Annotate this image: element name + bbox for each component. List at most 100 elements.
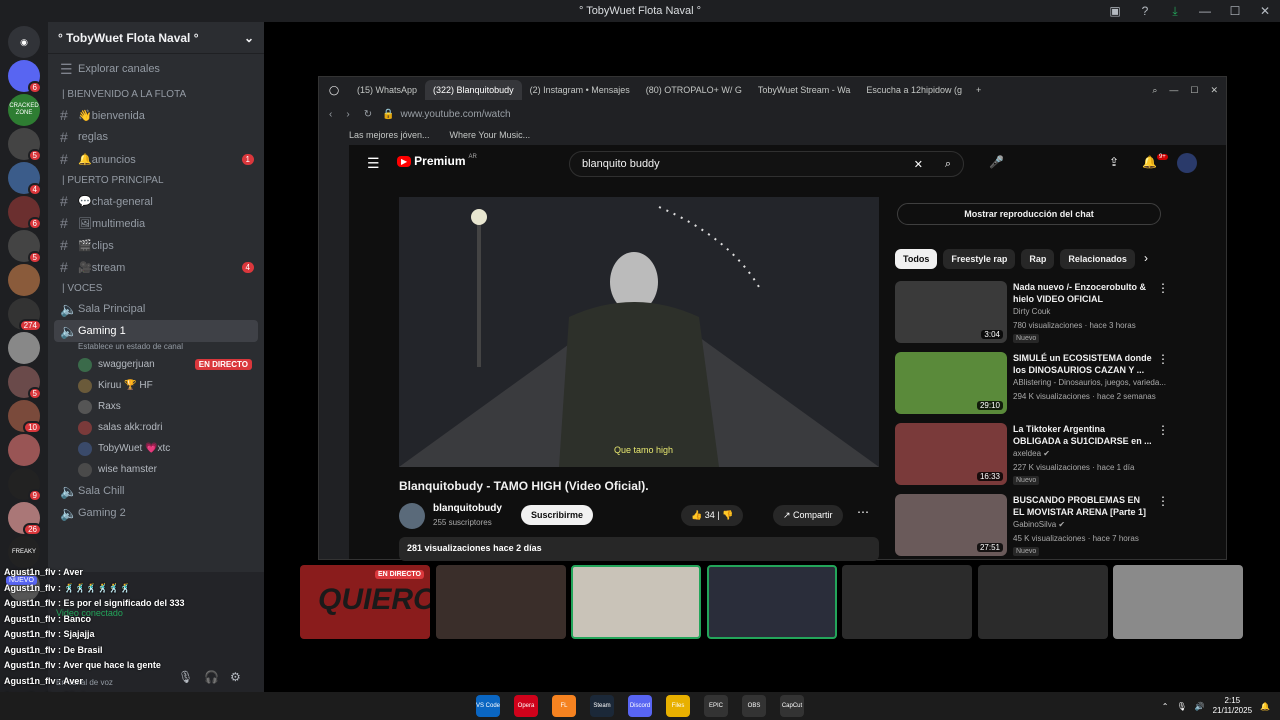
server-icon[interactable] xyxy=(8,264,40,296)
text-channel[interactable]: # 🎬clips xyxy=(48,234,264,256)
filter-chip[interactable]: Freestyle rap xyxy=(943,249,1016,269)
recommended-video[interactable]: 27:51 BUSCANDO PROBLEMAS EN EL MOVISTAR A… xyxy=(895,494,1225,560)
server-icon[interactable]: 4 xyxy=(8,162,42,196)
server-icon[interactable]: 9 xyxy=(8,468,42,502)
server-icon[interactable]: CRACKED ZONE xyxy=(8,94,40,126)
channel-name[interactable]: blanquitobudy xyxy=(433,503,502,514)
opera-icon[interactable]: ◯ xyxy=(319,85,349,96)
browser-tab[interactable]: (80) OTROPALO+ W/ G xyxy=(638,80,750,100)
taskbar-app-icon[interactable]: Opera xyxy=(514,695,538,717)
video-thumbnail[interactable]: 27:51 xyxy=(895,494,1007,556)
server-icon[interactable]: 6 xyxy=(8,196,42,230)
server-icon[interactable]: 274 xyxy=(8,298,42,332)
chat-replay-button[interactable]: Mostrar reproducción del chat xyxy=(897,203,1161,225)
server-icon[interactable]: FREAKY xyxy=(8,536,40,568)
mic-search-icon[interactable]: 🎤 xyxy=(989,155,1004,169)
video-thumbnail[interactable]: 29:10 xyxy=(895,352,1007,414)
taskbar-app-icon[interactable]: VS Code xyxy=(476,695,500,717)
more-icon[interactable]: ⋯ xyxy=(857,505,869,519)
share-button[interactable]: ↗ Compartir xyxy=(773,505,843,526)
voice-category[interactable]: | VOCES xyxy=(48,278,264,298)
taskbar-app-icon[interactable]: EPIC xyxy=(704,695,728,717)
filter-chip[interactable]: Rap xyxy=(1021,249,1055,269)
youtube-logo[interactable]: ▶ Premium AR xyxy=(397,154,477,168)
voice-user[interactable]: Kiruu 🏆 HF xyxy=(48,375,264,396)
voice-user[interactable]: wise hamster xyxy=(48,459,264,480)
recommended-video[interactable]: 3:04 Nada nuevo /- Enzocerobulto & hielo … xyxy=(895,281,1225,347)
taskbar-app-icon[interactable]: Steam xyxy=(590,695,614,717)
help-icon[interactable]: ? xyxy=(1130,0,1160,22)
avatar[interactable] xyxy=(1177,153,1197,173)
more-icon[interactable]: ⋮ xyxy=(1157,423,1169,437)
voice-channel-sala-chill[interactable]: 🔈 Sala Chill xyxy=(48,480,264,502)
close-button[interactable]: ✕ xyxy=(1250,0,1280,22)
taskbar-app-icon[interactable]: CapCut xyxy=(780,695,804,717)
forward-icon[interactable]: › xyxy=(346,109,349,120)
clock[interactable]: 2:15 21/11/2025 xyxy=(1213,696,1252,716)
explore-channels[interactable]: ☰ Explorar canales xyxy=(48,54,264,84)
channel-category[interactable]: | PUERTO PRINCIPAL xyxy=(48,170,264,190)
server-icon[interactable]: 6 xyxy=(8,60,42,94)
voice-channel-gaming1[interactable]: 🔈 Gaming 1 xyxy=(54,320,258,342)
participant-tile[interactable] xyxy=(1113,565,1243,639)
server-icon[interactable]: 5 xyxy=(8,230,42,264)
taskbar-app-icon[interactable]: OBS xyxy=(742,695,766,717)
bookmark-2[interactable]: Where Your Music... xyxy=(450,130,531,140)
like-button[interactable]: 👍 34 | 👎 xyxy=(681,505,744,526)
participant-tile[interactable] xyxy=(977,565,1108,639)
download-icon[interactable]: ⤓ xyxy=(1160,0,1190,22)
taskbar-app-icon[interactable]: FL xyxy=(552,695,576,717)
taskbar-app-icon[interactable]: Discord xyxy=(628,695,652,717)
video-player[interactable]: Que tamo high xyxy=(399,197,879,467)
minimize-browser[interactable]: — xyxy=(1169,85,1178,95)
description-box[interactable]: 281 visualizaciones hace 2 días xyxy=(399,537,879,561)
search-tabs-icon[interactable]: ⌕ xyxy=(1152,85,1157,96)
server-icon[interactable]: 10 xyxy=(8,400,42,434)
server-icon[interactable] xyxy=(8,434,40,466)
reload-icon[interactable]: ↻ xyxy=(364,109,372,120)
guild-header[interactable]: ° TobyWuet Flota Naval ° ⌄ xyxy=(48,22,264,54)
server-icon[interactable]: 5 xyxy=(8,128,42,162)
browser-tab[interactable]: TobyWuet Stream - Wa xyxy=(750,80,859,100)
more-icon[interactable]: ⋮ xyxy=(1157,281,1169,295)
filter-chip[interactable]: Todos xyxy=(895,249,938,269)
minimize-button[interactable]: — xyxy=(1190,0,1220,22)
text-channel[interactable]: # 🔔anuncios 1 xyxy=(48,148,264,170)
channel-status[interactable]: Establece un estado de canal xyxy=(48,342,264,354)
browser-tab[interactable]: (15) WhatsApp xyxy=(349,80,425,100)
url[interactable]: www.youtube.com/watch xyxy=(401,109,511,120)
notification-icon[interactable]: 🔔 xyxy=(1260,702,1270,711)
voice-user[interactable]: Raxs xyxy=(48,396,264,417)
menu-icon[interactable]: ☰ xyxy=(367,155,380,172)
recommended-video[interactable]: 16:33 La Tiktoker Argentina OBLIGADA a SU… xyxy=(895,423,1225,489)
inbox-icon[interactable]: ▣ xyxy=(1100,0,1130,22)
clear-icon[interactable]: ✕ xyxy=(914,158,923,171)
more-icon[interactable]: ⋮ xyxy=(1157,352,1169,366)
text-channel[interactable]: # 💬chat-general xyxy=(48,190,264,212)
voice-channel-gaming2[interactable]: 🔈 Gaming 2 xyxy=(48,502,264,524)
voice-user[interactable]: salas akk:rodri xyxy=(48,417,264,438)
maximize-button[interactable]: ☐ xyxy=(1220,0,1250,22)
recommended-video[interactable]: 29:10 SIMULÉ un ECOSISTEMA donde los DINO… xyxy=(895,352,1225,418)
bell-icon[interactable]: 🔔 9+ xyxy=(1142,154,1168,169)
text-channel[interactable]: # reglas xyxy=(48,126,264,148)
close-browser[interactable]: ✕ xyxy=(1210,85,1218,96)
channel-avatar[interactable] xyxy=(399,503,425,529)
browser-tab[interactable]: (2) Instagram • Mensajes xyxy=(522,80,638,100)
channel-category[interactable]: | BIENVENIDO A LA FLOTA xyxy=(48,84,264,104)
participant-tile[interactable] xyxy=(571,565,701,639)
server-icon[interactable]: 26 xyxy=(8,502,42,536)
filter-chip[interactable]: Relacionados xyxy=(1060,249,1135,269)
upload-icon[interactable]: ⇪ xyxy=(1109,155,1119,169)
more-icon[interactable]: ⋮ xyxy=(1157,494,1169,508)
participant-tile[interactable] xyxy=(842,565,972,639)
text-channel[interactable]: # 👋bienvenida xyxy=(48,104,264,126)
search-icon[interactable]: ⌕ xyxy=(945,158,951,171)
voice-user[interactable]: TobyWuet 💗xtc xyxy=(48,438,264,459)
subscribe-button[interactable]: Suscribirme xyxy=(521,505,594,525)
server-icon[interactable]: 5 xyxy=(8,366,42,400)
address-bar[interactable]: ‹ › ↻ 🔒 www.youtube.com/watch xyxy=(319,103,1226,125)
volume-icon[interactable]: 🔊 xyxy=(1195,702,1205,711)
new-tab-button[interactable]: + xyxy=(976,85,981,95)
browser-tab[interactable]: Escucha a 12hipidow (g xyxy=(858,80,970,100)
